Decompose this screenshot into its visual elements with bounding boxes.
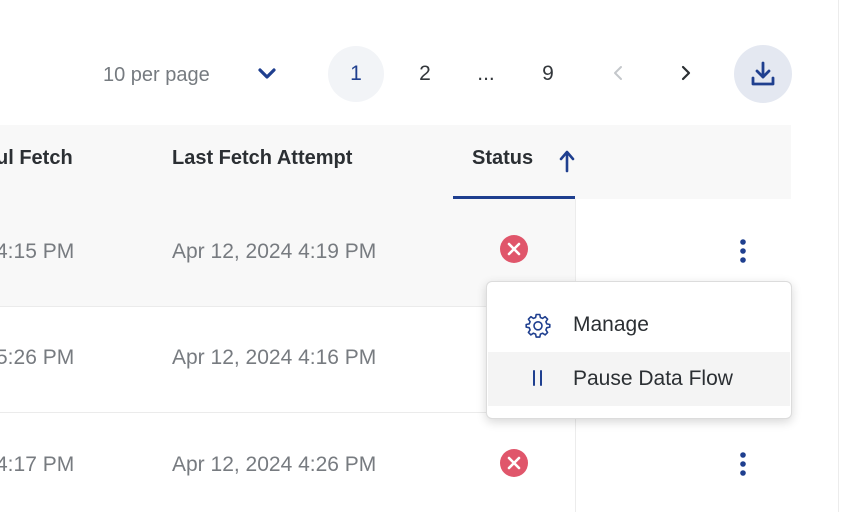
- chevron-left-icon: [614, 66, 622, 80]
- download-button[interactable]: [734, 45, 792, 103]
- page-number: 1: [350, 62, 362, 85]
- more-vertical-icon: [740, 452, 746, 476]
- error-status-icon: [500, 235, 528, 263]
- page-button-2[interactable]: 2: [397, 46, 453, 102]
- page-number: 2: [419, 62, 431, 85]
- download-icon: [751, 61, 775, 86]
- row-actions-button[interactable]: [731, 236, 755, 266]
- page-button-9[interactable]: 9: [520, 46, 576, 102]
- error-status-icon: [500, 449, 528, 477]
- column-header-last-fetch-attempt[interactable]: Last Fetch Attempt: [172, 147, 352, 170]
- menu-item-manage[interactable]: Manage: [488, 298, 790, 352]
- cell-last-successful-fetch: 4:17 PM: [0, 453, 75, 476]
- page-ellipsis: ...: [458, 46, 514, 102]
- cell-last-successful-fetch: 4:15 PM: [0, 240, 75, 263]
- previous-page-button[interactable]: [603, 58, 633, 88]
- actions-column-header: [575, 125, 791, 199]
- column-header-last-successful-fetch[interactable]: ul Fetch: [0, 147, 73, 170]
- per-page-select[interactable]: 10 per page: [103, 60, 276, 90]
- sort-ascending-icon[interactable]: [558, 149, 576, 173]
- panel-edge: [838, 0, 839, 512]
- next-page-button[interactable]: [671, 58, 701, 88]
- menu-item-label: Manage: [573, 313, 649, 336]
- cell-last-fetch-attempt: Apr 12, 2024 4:19 PM: [172, 240, 377, 263]
- page-button-1[interactable]: 1: [328, 46, 384, 102]
- per-page-label: 10 per page: [103, 63, 210, 86]
- pause-icon: [533, 370, 542, 386]
- row-actions-menu: Manage Pause Data Flow: [486, 281, 792, 419]
- cell-last-successful-fetch: 5:26 PM: [0, 346, 75, 369]
- gear-icon: [525, 313, 551, 338]
- page-number: ...: [477, 62, 495, 85]
- page-number: 9: [542, 62, 554, 85]
- row-actions-button[interactable]: [731, 449, 755, 479]
- chevron-right-icon: [681, 65, 691, 81]
- more-vertical-icon: [740, 239, 746, 263]
- menu-item-pause-data-flow[interactable]: Pause Data Flow: [488, 352, 790, 406]
- table-row[interactable]: 4:17 PM Apr 12, 2024 4:26 PM: [0, 412, 575, 518]
- menu-item-label: Pause Data Flow: [573, 367, 733, 390]
- chevron-down-icon: [258, 68, 276, 79]
- cell-last-fetch-attempt: Apr 12, 2024 4:16 PM: [172, 346, 377, 369]
- cell-last-fetch-attempt: Apr 12, 2024 4:26 PM: [172, 453, 377, 476]
- column-header-status[interactable]: Status: [472, 147, 533, 170]
